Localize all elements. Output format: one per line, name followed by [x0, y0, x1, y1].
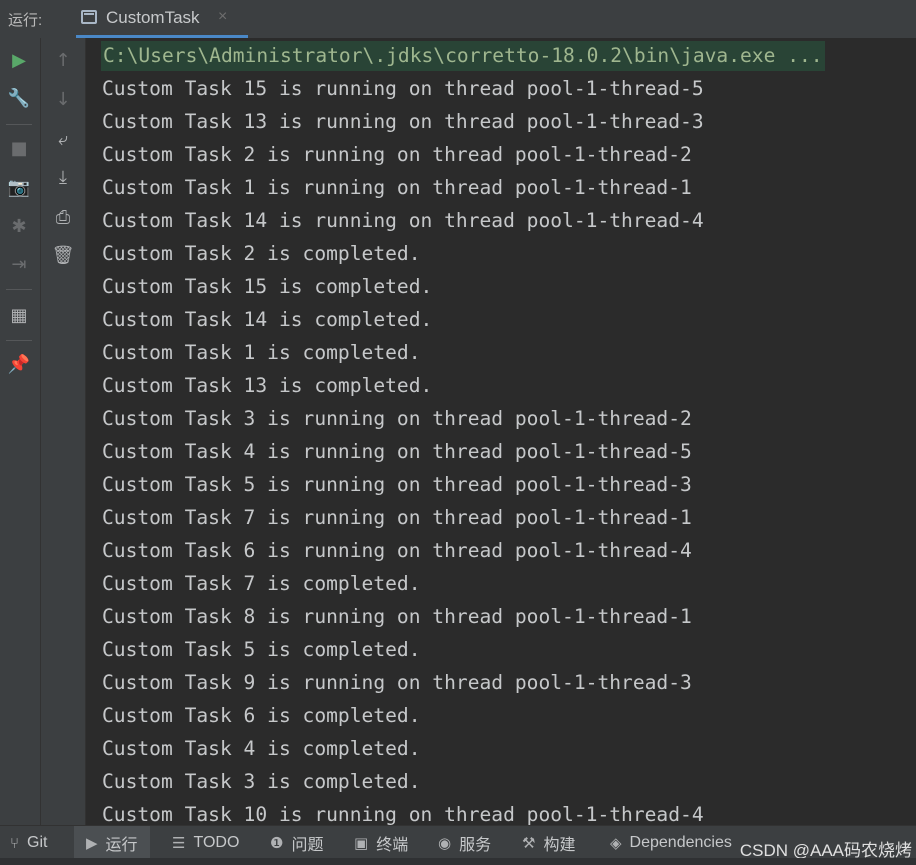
- tab-label: 终端: [376, 837, 409, 854]
- run-header: 运行: CustomTask ×: [0, 0, 916, 38]
- console-line: Custom Task 1 is running on thread pool-…: [102, 176, 692, 199]
- tab-todo[interactable]: ☰ TODO: [172, 826, 239, 860]
- rerun-icon[interactable]: ▶: [6, 47, 32, 73]
- console-line: Custom Task 3 is completed.: [102, 770, 421, 793]
- wrench-icon[interactable]: 🔧: [6, 85, 32, 111]
- tab-git[interactable]: ⑂ Git: [10, 826, 47, 860]
- up-arrow-icon[interactable]: ↑: [50, 47, 76, 73]
- console-lines: Custom Task 15 is running on thread pool…: [102, 74, 704, 825]
- login-icon[interactable]: ⇥: [6, 251, 32, 277]
- camera-icon[interactable]: 📷: [6, 174, 32, 200]
- console-line: Custom Task 8 is running on thread pool-…: [102, 605, 692, 628]
- git-branch-icon: ⑂: [10, 834, 20, 852]
- problems-icon: ❶: [270, 834, 284, 852]
- toolbar-divider: [6, 289, 32, 290]
- console-line: Custom Task 2 is completed.: [102, 242, 421, 265]
- console-toolbar: ↑ ↓ ⤶ ⤓ ⎙ 🗑: [41, 38, 86, 825]
- console-line: Custom Task 15 is running on thread pool…: [102, 77, 704, 100]
- pin-icon[interactable]: 📌: [6, 351, 32, 377]
- console-output[interactable]: C:\Users\Administrator\.jdks\corretto-18…: [86, 38, 916, 825]
- console-line: Custom Task 1 is completed.: [102, 341, 421, 364]
- console-line: Custom Task 13 is completed.: [102, 374, 433, 397]
- console-line: Custom Task 2 is running on thread pool-…: [102, 143, 692, 166]
- run-label: 运行:: [8, 12, 43, 29]
- run-toolbar: ▶ 🔧 ■ 📷 ✱ ⇥ ▦ 📌: [0, 38, 41, 825]
- tab-terminal[interactable]: ▣ 终端: [354, 826, 408, 860]
- run-icon: ▶: [86, 834, 98, 852]
- console-line: Custom Task 5 is running on thread pool-…: [102, 473, 692, 496]
- tab-dependencies[interactable]: ◈ Dependencies: [610, 826, 732, 860]
- tab-problems[interactable]: ❶ 问题: [270, 826, 323, 860]
- stop-icon[interactable]: ■: [6, 135, 32, 161]
- console-line: Custom Task 9 is running on thread pool-…: [102, 671, 692, 694]
- console-line: Custom Task 6 is completed.: [102, 704, 421, 727]
- tab-label: Git: [27, 834, 48, 851]
- console-line: Custom Task 7 is running on thread pool-…: [102, 506, 692, 529]
- status-strip: [0, 858, 916, 865]
- tab-label: Dependencies: [629, 834, 732, 851]
- dependencies-icon: ◈: [610, 834, 622, 852]
- terminal-icon: ▣: [354, 834, 369, 852]
- tab-services[interactable]: ◉ 服务: [438, 826, 491, 860]
- console-line: Custom Task 6 is running on thread pool-…: [102, 539, 692, 562]
- console-line: Custom Task 14 is running on thread pool…: [102, 209, 704, 232]
- console-line: Custom Task 3 is running on thread pool-…: [102, 407, 692, 430]
- console-line: Custom Task 4 is running on thread pool-…: [102, 440, 692, 463]
- print-icon[interactable]: ⎙: [50, 204, 76, 230]
- soft-wrap-icon[interactable]: ⤶: [50, 126, 76, 152]
- application-window-icon: [81, 10, 97, 24]
- console-line: Custom Task 4 is completed.: [102, 737, 421, 760]
- tab-build[interactable]: ⚒ 构建: [522, 826, 575, 860]
- command-line[interactable]: C:\Users\Administrator\.jdks\corretto-18…: [101, 41, 825, 71]
- down-arrow-icon[interactable]: ↓: [50, 86, 76, 112]
- console-line: Custom Task 5 is completed.: [102, 638, 421, 661]
- build-hammer-icon: ⚒: [522, 834, 536, 852]
- console-line: Custom Task 15 is completed.: [102, 275, 433, 298]
- tab-run[interactable]: ▶ 运行: [74, 826, 150, 860]
- tab-customtask[interactable]: CustomTask ×: [76, 0, 248, 38]
- layout-icon[interactable]: ▦: [6, 302, 32, 328]
- toolbar-divider: [6, 124, 32, 125]
- trash-icon[interactable]: 🗑: [50, 242, 76, 268]
- services-icon: ◉: [438, 834, 452, 852]
- console-line: Custom Task 13 is running on thread pool…: [102, 110, 704, 133]
- tab-label: 问题: [291, 837, 324, 854]
- debug-icon[interactable]: ✱: [6, 213, 32, 239]
- tab-label: CustomTask: [106, 8, 200, 27]
- tab-label: 运行: [105, 837, 138, 854]
- tab-label: 构建: [543, 837, 576, 854]
- tab-label: TODO: [193, 834, 240, 851]
- console-line: Custom Task 10 is running on thread pool…: [102, 803, 704, 825]
- console-line: Custom Task 7 is completed.: [102, 572, 421, 595]
- toolbar-divider: [6, 340, 32, 341]
- todo-list-icon: ☰: [172, 834, 186, 852]
- console-line: Custom Task 14 is completed.: [102, 308, 433, 331]
- tab-label: 服务: [459, 837, 492, 854]
- close-icon[interactable]: ×: [218, 8, 227, 26]
- scroll-to-end-icon[interactable]: ⤓: [50, 164, 76, 190]
